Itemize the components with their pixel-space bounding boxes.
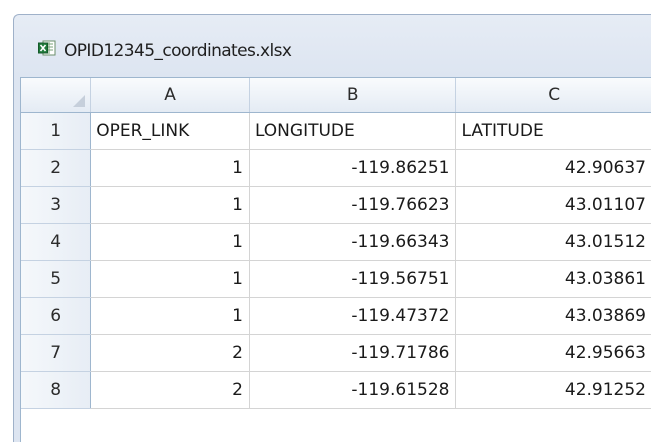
row-header[interactable]: 4 [21, 223, 92, 261]
window-title: OPID12345_coordinates.xlsx [64, 41, 292, 61]
cell-c8[interactable]: 42.91252 [455, 371, 651, 409]
cell-c5[interactable]: 43.03861 [455, 260, 651, 298]
cell-b5[interactable]: -119.56751 [249, 260, 457, 298]
cell-c6[interactable]: 43.03869 [455, 297, 651, 335]
excel-file-icon [38, 40, 56, 56]
cell-c3[interactable]: 43.01107 [455, 186, 651, 224]
sheet-table: A B C 1 OPER_LINK LONGITUDE LATITUDE 2 1… [21, 78, 651, 409]
select-all-triangle-icon [73, 94, 86, 107]
row-header[interactable]: 7 [21, 334, 92, 372]
row-header[interactable]: 8 [21, 371, 92, 409]
cell-a4[interactable]: 1 [90, 223, 250, 261]
cell-c7[interactable]: 42.95663 [455, 334, 651, 372]
cell-b8[interactable]: -119.61528 [249, 371, 457, 409]
cell-b2[interactable]: -119.86251 [249, 149, 457, 187]
row-header[interactable]: 2 [21, 149, 92, 187]
cell-b7[interactable]: -119.71786 [249, 334, 457, 372]
row-header[interactable]: 3 [21, 186, 92, 224]
cell-b1[interactable]: LONGITUDE [249, 112, 457, 150]
cell-b6[interactable]: -119.47372 [249, 297, 457, 335]
cell-a6[interactable]: 1 [90, 297, 250, 335]
table-row: 6 1 -119.47372 43.03869 [21, 297, 651, 335]
select-all-corner[interactable] [21, 78, 92, 113]
row-header[interactable]: 1 [21, 112, 92, 150]
table-row: 8 2 -119.61528 42.91252 [21, 371, 651, 409]
row-header[interactable]: 5 [21, 260, 92, 298]
table-row: 1 OPER_LINK LONGITUDE LATITUDE [21, 112, 651, 150]
cell-a7[interactable]: 2 [90, 334, 250, 372]
cell-b4[interactable]: -119.66343 [249, 223, 457, 261]
table-row: 4 1 -119.66343 43.01512 [21, 223, 651, 261]
column-header-row: A B C [21, 78, 651, 113]
cell-a8[interactable]: 2 [90, 371, 250, 409]
table-row: 7 2 -119.71786 42.95663 [21, 334, 651, 372]
cell-a5[interactable]: 1 [90, 260, 250, 298]
row-header[interactable]: 6 [21, 297, 92, 335]
cell-a1[interactable]: OPER_LINK [90, 112, 250, 150]
spreadsheet-grid: A B C 1 OPER_LINK LONGITUDE LATITUDE 2 1… [20, 77, 651, 442]
cell-c4[interactable]: 43.01512 [455, 223, 651, 261]
window-titlebar[interactable]: OPID12345_coordinates.xlsx [14, 15, 651, 69]
cell-a2[interactable]: 1 [90, 149, 250, 187]
cell-c1[interactable]: LATITUDE [455, 112, 651, 150]
table-row: 3 1 -119.76623 43.01107 [21, 186, 651, 224]
column-header-a[interactable]: A [90, 78, 250, 113]
cell-c2[interactable]: 42.90637 [455, 149, 651, 187]
cell-a3[interactable]: 1 [90, 186, 250, 224]
column-header-b[interactable]: B [249, 78, 457, 113]
table-row: 5 1 -119.56751 43.03861 [21, 260, 651, 298]
table-row: 2 1 -119.86251 42.90637 [21, 149, 651, 187]
column-header-c[interactable]: C [455, 78, 651, 113]
workbook-window: OPID12345_coordinates.xlsx A B C 1 OPER_… [13, 14, 651, 442]
cell-b3[interactable]: -119.76623 [249, 186, 457, 224]
